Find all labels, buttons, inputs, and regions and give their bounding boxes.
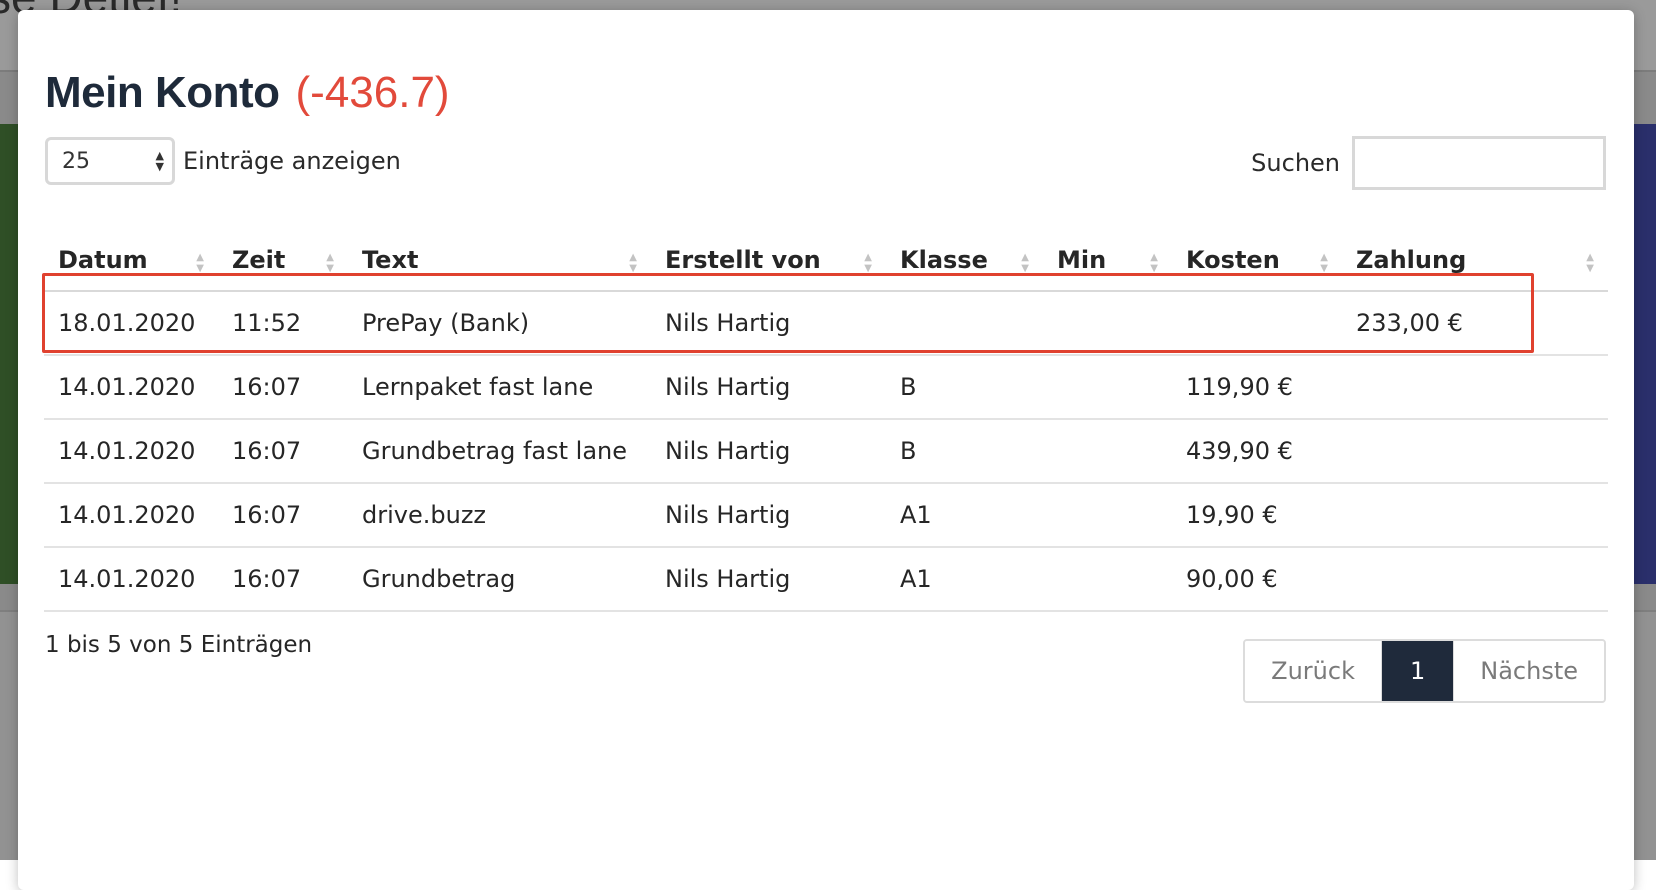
cell-datum: 14.01.2020 [44, 547, 218, 612]
search-control: Suchen [1251, 136, 1606, 190]
pagination-page-button[interactable]: 1 [1380, 641, 1454, 701]
account-balance: (-436.7) [295, 68, 450, 117]
cell-klasse: A1 [886, 547, 1043, 612]
pagination-prev-button[interactable]: Zurück [1245, 641, 1381, 701]
cell-zahlung [1342, 483, 1608, 548]
cell-zeit: 16:07 [218, 419, 348, 484]
sort-icon: ▲ ▼ [196, 252, 204, 274]
cell-text: Lernpaket fast lane [348, 355, 651, 420]
entries-per-page-value: 25 [62, 148, 90, 174]
modal-title: Mein Konto (-436.7) [45, 68, 450, 118]
cell-min [1043, 547, 1172, 612]
cell-erstellt-von: Nils Hartig [651, 483, 886, 548]
cell-datum: 18.01.2020 [44, 290, 218, 356]
cell-klasse: B [886, 419, 1043, 484]
cell-kosten [1172, 290, 1342, 356]
sort-icon: ▲ ▼ [326, 252, 334, 274]
cell-zeit: 16:07 [218, 483, 348, 548]
page-title: Mein Konto [45, 68, 280, 117]
sort-icon: ▲ ▼ [864, 252, 872, 274]
cell-klasse: B [886, 355, 1043, 420]
cell-min [1043, 290, 1172, 356]
cell-erstellt-von: Nils Hartig [651, 419, 886, 484]
table-row: 14.01.2020 16:07 Grundbetrag Nils Hartig… [44, 547, 1608, 612]
pagination: Zurück 1 Nächste [1243, 639, 1606, 703]
sort-icon: ▲ ▼ [629, 252, 637, 274]
cell-zahlung [1342, 547, 1608, 612]
entries-per-page-label: Einträge anzeigen [183, 147, 401, 175]
cell-zeit: 16:07 [218, 355, 348, 420]
cell-min [1043, 483, 1172, 548]
cell-min [1043, 419, 1172, 484]
cell-text: Grundbetrag [348, 547, 651, 612]
cell-zahlung [1342, 419, 1608, 484]
cell-text: Grundbetrag fast lane [348, 419, 651, 484]
cell-min [1043, 355, 1172, 420]
search-label: Suchen [1251, 149, 1340, 177]
cell-kosten: 439,90 € [1172, 419, 1342, 484]
column-header-erstellt-von[interactable]: Erstellt von ▲ ▼ [651, 230, 886, 292]
entries-length-control: 25 ▲ ▼ Einträge anzeigen [45, 137, 401, 185]
table-row: 18.01.2020 11:52 PrePay (Bank) Nils Hart… [44, 290, 1608, 356]
column-header-klasse[interactable]: Klasse ▲ ▼ [886, 230, 1043, 292]
pagination-next-button[interactable]: Nächste [1453, 641, 1604, 701]
account-modal: Mein Konto (-436.7) 25 ▲ ▼ Einträge anzei… [18, 10, 1634, 890]
column-header-zeit[interactable]: Zeit ▲ ▼ [218, 230, 348, 292]
cell-kosten: 119,90 € [1172, 355, 1342, 420]
column-header-min[interactable]: Min ▲ ▼ [1043, 230, 1172, 292]
cell-kosten: 19,90 € [1172, 483, 1342, 548]
column-header-zahlung[interactable]: Zahlung ▲ ▼ [1342, 230, 1608, 292]
entries-per-page-select[interactable]: 25 ▲ ▼ [45, 137, 175, 185]
table-row: 14.01.2020 16:07 drive.buzz Nils Hartig … [44, 483, 1608, 548]
cell-zahlung [1342, 355, 1608, 420]
column-header-datum[interactable]: Datum ▲ ▼ [44, 230, 218, 292]
sort-icon: ▲ ▼ [1320, 252, 1328, 274]
cell-zahlung: 233,00 € [1342, 290, 1608, 356]
table-row: 14.01.2020 16:07 Lernpaket fast lane Nil… [44, 355, 1608, 420]
cell-datum: 14.01.2020 [44, 483, 218, 548]
table-row: 14.01.2020 16:07 Grundbetrag fast lane N… [44, 419, 1608, 484]
account-entries-table: Datum ▲ ▼ Zeit ▲ ▼ Text ▲ ▼ Erstellt von ▲ ▼… [44, 230, 1608, 612]
cell-erstellt-von: Nils Hartig [651, 547, 886, 612]
table-info: 1 bis 5 von 5 Einträgen [45, 632, 313, 658]
cell-klasse: A1 [886, 483, 1043, 548]
cell-zeit: 16:07 [218, 547, 348, 612]
sort-icon: ▲ ▼ [1586, 252, 1594, 274]
cell-zeit: 11:52 [218, 290, 348, 356]
column-header-text[interactable]: Text ▲ ▼ [348, 230, 651, 292]
cell-datum: 14.01.2020 [44, 419, 218, 484]
sort-icon: ▲ ▼ [1150, 252, 1158, 274]
sort-icon: ▲ ▼ [1021, 252, 1029, 274]
cell-datum: 14.01.2020 [44, 355, 218, 420]
table-header-row: Datum ▲ ▼ Zeit ▲ ▼ Text ▲ ▼ Erstellt von ▲ ▼… [44, 230, 1608, 292]
cell-text: PrePay (Bank) [348, 290, 651, 356]
search-input[interactable] [1352, 136, 1606, 190]
cell-kosten: 90,00 € [1172, 547, 1342, 612]
column-header-kosten[interactable]: Kosten ▲ ▼ [1172, 230, 1342, 292]
cell-erstellt-von: Nils Hartig [651, 355, 886, 420]
cell-erstellt-von: Nils Hartig [651, 290, 886, 356]
select-arrows-icon: ▲ ▼ [155, 149, 164, 173]
cell-text: drive.buzz [348, 483, 651, 548]
cell-klasse [886, 290, 1043, 356]
